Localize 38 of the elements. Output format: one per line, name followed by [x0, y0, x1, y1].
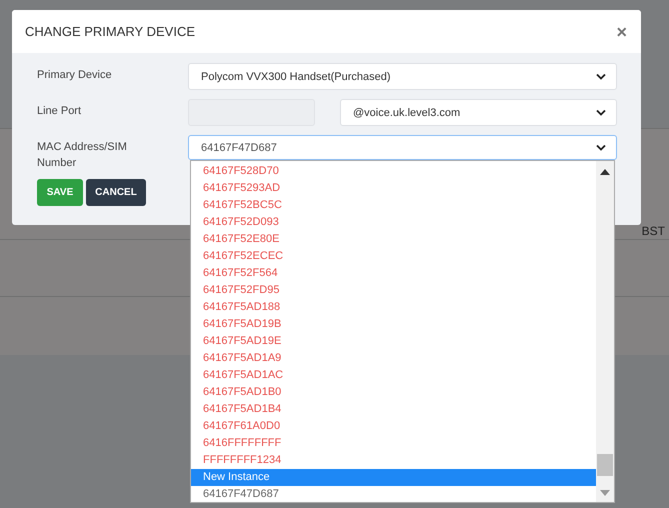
dropdown-option[interactable]: 64167F47D687	[191, 486, 596, 503]
close-button[interactable]: ×	[614, 22, 629, 40]
dropdown-option[interactable]: 64167F5AD188	[191, 299, 596, 316]
select-field[interactable]: @voice.uk.level3.com	[340, 99, 617, 126]
dialog-title: CHANGE PRIMARY DEVICE	[25, 24, 196, 39]
cancel-button[interactable]: CANCEL	[86, 179, 146, 206]
dropdown-option[interactable]: 64167F5293AD	[191, 180, 596, 197]
dropdown-option[interactable]: 64167F61A0D0	[191, 418, 596, 435]
dropdown-option[interactable]: 64167F5AD1B0	[191, 384, 596, 401]
dropdown-option[interactable]: 64167F52F564	[191, 265, 596, 282]
dropdown-option[interactable]: 64167F5AD19E	[191, 333, 596, 350]
scroll-down-icon[interactable]	[600, 490, 610, 496]
dropdown-option[interactable]: New Instance	[191, 469, 596, 486]
field-label: Primary Device	[37, 68, 113, 83]
field-label: Line Port	[37, 104, 82, 119]
dropdown-option[interactable]: 64167F52BC5C	[191, 197, 596, 214]
chevron-down-icon	[596, 73, 606, 80]
dropdown-option[interactable]: 64167F52FD95	[191, 282, 596, 299]
background-text: BST	[642, 224, 665, 238]
dropdown-option[interactable]: 64167F52D093	[191, 214, 596, 231]
chevron-down-icon	[596, 109, 606, 116]
save-button[interactable]: SAVE	[37, 179, 83, 206]
dropdown-option[interactable]: 64167F5AD1B4	[191, 401, 596, 418]
dropdown-option[interactable]: 64167F52ECEC	[191, 248, 596, 265]
dropdown-option[interactable]: 6416FFFFFFFF	[191, 435, 596, 452]
dropdown-option[interactable]: 64167F528D70	[191, 163, 596, 180]
scrollbar-thumb[interactable]	[597, 454, 613, 476]
dropdown-option[interactable]: 64167F5AD1A9	[191, 350, 596, 367]
chevron-down-icon	[596, 144, 606, 151]
select-field[interactable]: 64167F47D687	[188, 135, 617, 160]
dropdown-option[interactable]: FFFFFFFF1234	[191, 452, 596, 469]
select-field[interactable]: Polycom VVX300 Handset(Purchased)	[188, 63, 617, 90]
scroll-up-icon[interactable]	[600, 169, 610, 175]
dropdown-option[interactable]: 64167F5AD19B	[191, 316, 596, 333]
dropdown-option[interactable]: 64167F5AD1AC	[191, 367, 596, 384]
scrollbar[interactable]	[596, 161, 614, 502]
dropdown-option[interactable]: 64167F52E80E	[191, 231, 596, 248]
field-label: MAC Address/SIM Number	[37, 140, 128, 171]
